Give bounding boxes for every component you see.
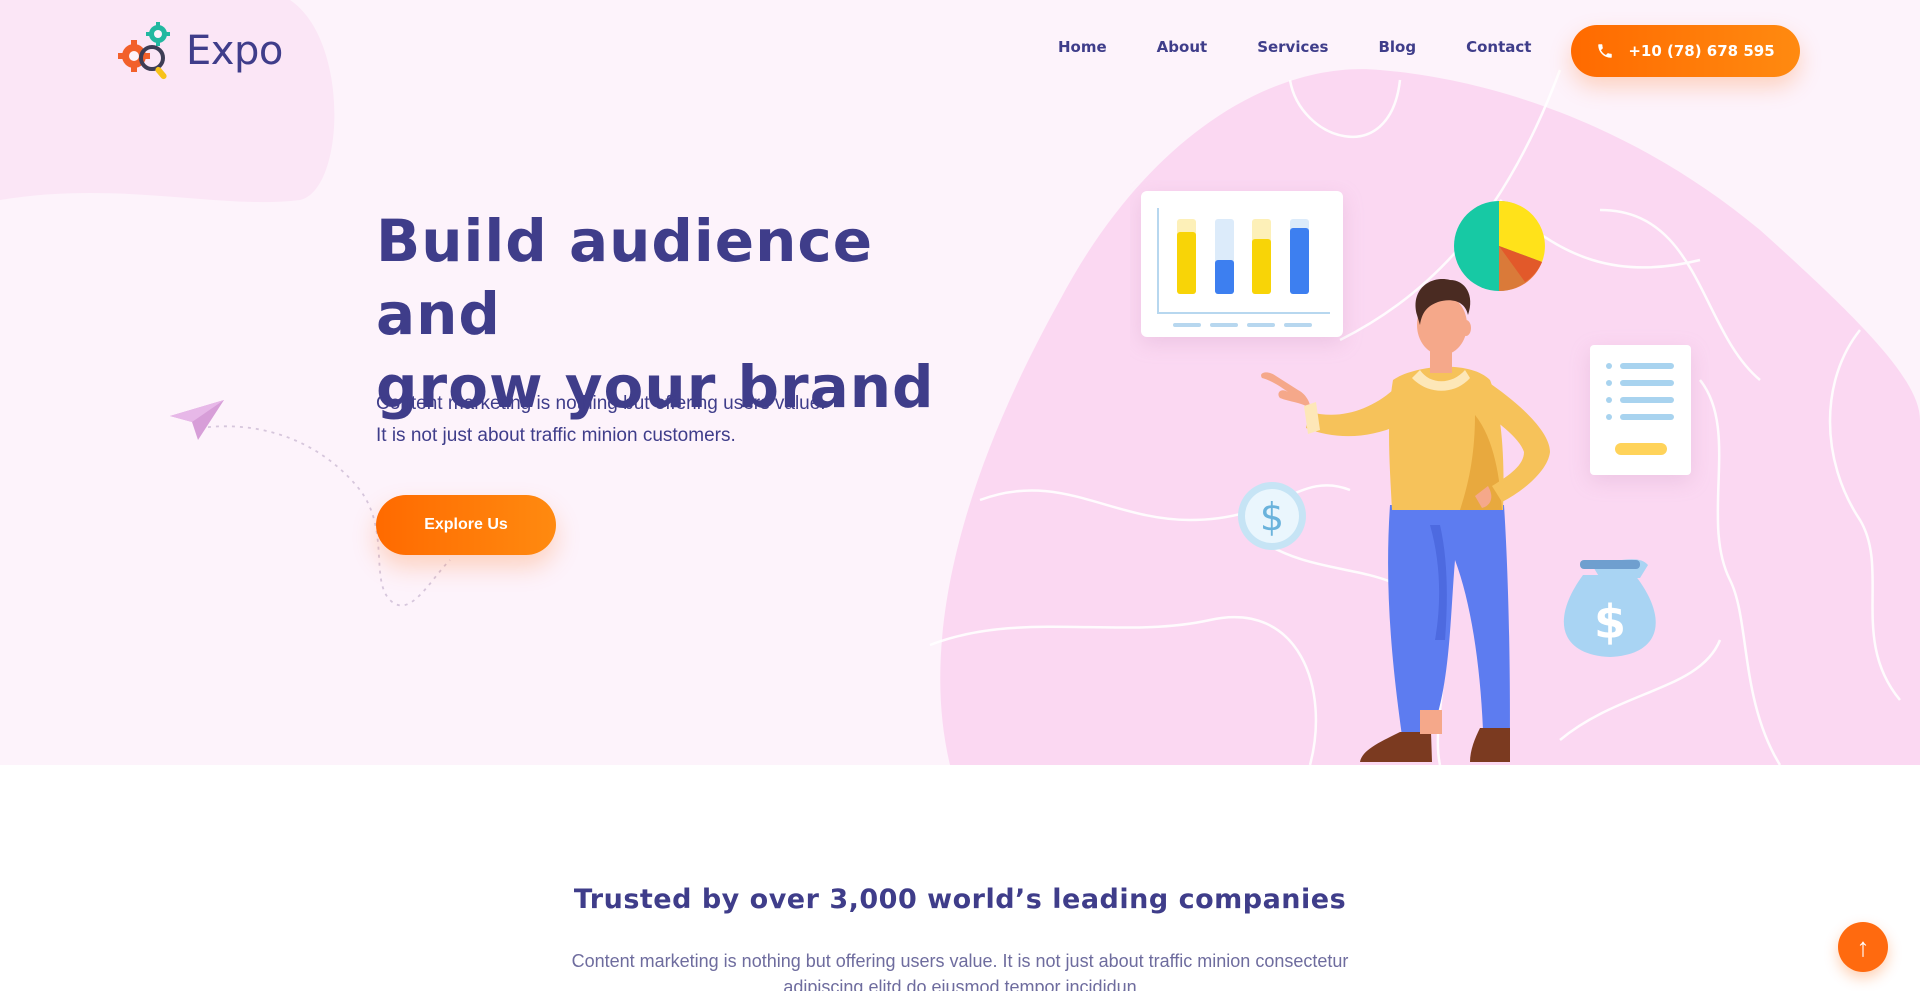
trusted-description: Content marketing is nothing but offerin… bbox=[571, 951, 1349, 991]
scroll-to-top-button[interactable]: ↑ bbox=[1838, 922, 1888, 972]
phone-number: +10 (78) 678 595 bbox=[1628, 42, 1775, 60]
dollar-coin-icon: $ bbox=[1238, 482, 1306, 550]
bar-chart-card-icon bbox=[1141, 191, 1343, 337]
nav-item-home[interactable]: Home bbox=[1058, 38, 1107, 56]
phone-icon bbox=[1598, 44, 1613, 58]
main-nav: Home About Services Blog Contact bbox=[1058, 38, 1581, 56]
explore-button[interactable]: Explore Us bbox=[376, 495, 556, 555]
nav-item-about[interactable]: About bbox=[1157, 38, 1208, 56]
money-bag-icon: $ bbox=[1563, 559, 1656, 657]
pie-chart-icon bbox=[1454, 200, 1545, 292]
nav-item-contact[interactable]: Contact bbox=[1466, 38, 1531, 56]
phone-button[interactable]: +10 (78) 678 595 bbox=[1571, 25, 1800, 77]
arrow-up-icon: ↑ bbox=[1856, 932, 1870, 962]
trusted-title: Trusted by over 3,000 world’s leading co… bbox=[573, 884, 1347, 915]
gears-magnifier-icon bbox=[118, 22, 178, 80]
marketing-illustration: $ $ bbox=[1141, 191, 1691, 762]
svg-text:$: $ bbox=[1594, 595, 1626, 649]
hero-desc-line2: It is not just about traffic minion cust… bbox=[376, 425, 736, 446]
brand-logo[interactable]: Expo bbox=[118, 22, 283, 80]
hero-title-line1: Build audience and bbox=[376, 207, 874, 348]
nav-item-services[interactable]: Services bbox=[1257, 38, 1328, 56]
hero-desc-line1: Content marketing is nothing but offerin… bbox=[376, 393, 826, 414]
document-list-icon bbox=[1590, 345, 1691, 475]
svg-text:$: $ bbox=[1260, 495, 1284, 539]
hero-section: Expo Home About Services Blog Contact +1… bbox=[0, 0, 1920, 765]
hero-description: Content marketing is nothing but offerin… bbox=[376, 388, 826, 452]
brand-name: Expo bbox=[186, 28, 283, 74]
paper-plane-icon bbox=[170, 400, 224, 440]
nav-item-blog[interactable]: Blog bbox=[1378, 38, 1416, 56]
